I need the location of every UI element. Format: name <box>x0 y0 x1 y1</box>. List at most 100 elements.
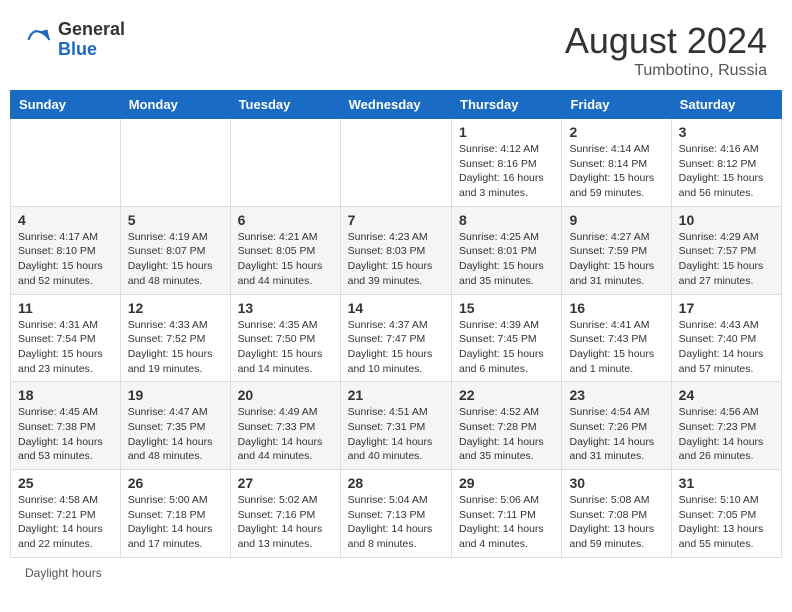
day-info: Sunrise: 4:54 AM Sunset: 7:26 PM Dayligh… <box>569 405 663 464</box>
day-cell: 11 Sunrise: 4:31 AM Sunset: 7:54 PM Dayli… <box>11 294 121 382</box>
day-cell <box>11 119 121 207</box>
week-row-4: 18Sunrise: 4:45 AM Sunset: 7:38 PM Dayli… <box>11 382 782 470</box>
day-cell: 16 Sunrise: 4:41 AM Sunset: 7:43 PM Dayli… <box>562 294 671 382</box>
day-info: Sunrise: 4:58 AM Sunset: 7:21 PM Dayligh… <box>18 493 113 552</box>
day-number: 6 <box>238 212 333 228</box>
day-info: Sunrise: 4:33 AM Sunset: 7:52 PM Dayligh… <box>128 318 223 377</box>
week-row-1: 1Sunrise: 4:12 AM Sunset: 8:16 PM Daylig… <box>11 119 782 207</box>
day-number: 30 <box>569 475 663 491</box>
day-cell: 6 Sunrise: 4:21 AM Sunset: 8:05 PM Daylig… <box>230 206 340 294</box>
day-cell: 17 Sunrise: 4:43 AM Sunset: 7:40 PM Dayli… <box>671 294 781 382</box>
col-header-saturday: Saturday <box>671 91 781 119</box>
day-cell: 8 Sunrise: 4:25 AM Sunset: 8:01 PM Daylig… <box>452 206 562 294</box>
week-row-3: 11 Sunrise: 4:31 AM Sunset: 7:54 PM Dayli… <box>11 294 782 382</box>
daylight-hours-label: Daylight hours <box>25 566 102 580</box>
day-number: 2 <box>569 124 663 140</box>
footer-note: Daylight hours <box>10 558 782 588</box>
day-info: Sunrise: 4:31 AM Sunset: 7:54 PM Dayligh… <box>18 318 113 377</box>
day-number: 4 <box>18 212 113 228</box>
day-number: 7 <box>348 212 444 228</box>
col-header-wednesday: Wednesday <box>340 91 451 119</box>
day-info: Sunrise: 4:14 AM Sunset: 8:14 PM Dayligh… <box>569 142 663 201</box>
day-cell: 21 Sunrise: 4:51 AM Sunset: 7:31 PM Dayli… <box>340 382 451 470</box>
day-number: 27 <box>238 475 333 491</box>
day-cell: 9 Sunrise: 4:27 AM Sunset: 7:59 PM Daylig… <box>562 206 671 294</box>
day-info: Sunrise: 4:35 AM Sunset: 7:50 PM Dayligh… <box>238 318 333 377</box>
day-number: 31 <box>679 475 774 491</box>
day-number: 25 <box>18 475 113 491</box>
week-row-5: 25 Sunrise: 4:58 AM Sunset: 7:21 PM Dayli… <box>11 470 782 558</box>
day-info: Sunrise: 4:29 AM Sunset: 7:57 PM Dayligh… <box>679 230 774 289</box>
day-number: 26 <box>128 475 223 491</box>
day-number: 18 <box>18 387 113 403</box>
day-info: Sunrise: 4:25 AM Sunset: 8:01 PM Dayligh… <box>459 230 554 289</box>
day-cell: 26 Sunrise: 5:00 AM Sunset: 7:18 PM Dayli… <box>120 470 230 558</box>
day-cell: 22 Sunrise: 4:52 AM Sunset: 7:28 PM Dayli… <box>452 382 562 470</box>
day-number: 15 <box>459 300 554 316</box>
day-cell: 28Sunrise: 5:04 AM Sunset: 7:13 PM Dayli… <box>340 470 451 558</box>
day-info: Sunrise: 5:08 AM Sunset: 7:08 PM Dayligh… <box>569 493 663 552</box>
title-block: August 2024 Tumbotino, Russia <box>565 20 767 80</box>
day-number: 29 <box>459 475 554 491</box>
day-info: Sunrise: 4:52 AM Sunset: 7:28 PM Dayligh… <box>459 405 554 464</box>
day-info: Sunrise: 5:02 AM Sunset: 7:16 PM Dayligh… <box>238 493 333 552</box>
month-title: August 2024 <box>565 20 767 62</box>
day-number: 20 <box>238 387 333 403</box>
day-number: 22 <box>459 387 554 403</box>
day-info: Sunrise: 4:16 AM Sunset: 8:12 PM Dayligh… <box>679 142 774 201</box>
page-header: General Blue August 2024 Tumbotino, Russ… <box>10 10 782 85</box>
day-info: Sunrise: 4:49 AM Sunset: 7:33 PM Dayligh… <box>238 405 333 464</box>
day-number: 19 <box>128 387 223 403</box>
day-info: Sunrise: 4:51 AM Sunset: 7:31 PM Dayligh… <box>348 405 444 464</box>
day-cell <box>120 119 230 207</box>
col-header-monday: Monday <box>120 91 230 119</box>
day-number: 14 <box>348 300 444 316</box>
day-info: Sunrise: 4:12 AM Sunset: 8:16 PM Dayligh… <box>459 142 554 201</box>
day-cell: 19Sunrise: 4:47 AM Sunset: 7:35 PM Dayli… <box>120 382 230 470</box>
day-number: 3 <box>679 124 774 140</box>
day-info: Sunrise: 5:10 AM Sunset: 7:05 PM Dayligh… <box>679 493 774 552</box>
day-cell: 13Sunrise: 4:35 AM Sunset: 7:50 PM Dayli… <box>230 294 340 382</box>
day-cell: 12Sunrise: 4:33 AM Sunset: 7:52 PM Dayli… <box>120 294 230 382</box>
day-number: 23 <box>569 387 663 403</box>
day-cell: 5Sunrise: 4:19 AM Sunset: 8:07 PM Daylig… <box>120 206 230 294</box>
day-cell: 31 Sunrise: 5:10 AM Sunset: 7:05 PM Dayli… <box>671 470 781 558</box>
day-info: Sunrise: 5:06 AM Sunset: 7:11 PM Dayligh… <box>459 493 554 552</box>
day-cell: 4 Sunrise: 4:17 AM Sunset: 8:10 PM Daylig… <box>11 206 121 294</box>
day-info: Sunrise: 5:00 AM Sunset: 7:18 PM Dayligh… <box>128 493 223 552</box>
col-header-friday: Friday <box>562 91 671 119</box>
day-info: Sunrise: 4:17 AM Sunset: 8:10 PM Dayligh… <box>18 230 113 289</box>
logo: General Blue <box>25 20 125 60</box>
day-cell: 2 Sunrise: 4:14 AM Sunset: 8:14 PM Daylig… <box>562 119 671 207</box>
day-number: 9 <box>569 212 663 228</box>
day-number: 24 <box>679 387 774 403</box>
day-cell <box>230 119 340 207</box>
day-info: Sunrise: 4:21 AM Sunset: 8:05 PM Dayligh… <box>238 230 333 289</box>
day-cell: 14 Sunrise: 4:37 AM Sunset: 7:47 PM Dayli… <box>340 294 451 382</box>
day-info: Sunrise: 4:37 AM Sunset: 7:47 PM Dayligh… <box>348 318 444 377</box>
day-info: Sunrise: 5:04 AM Sunset: 7:13 PM Dayligh… <box>348 493 444 552</box>
day-info: Sunrise: 4:39 AM Sunset: 7:45 PM Dayligh… <box>459 318 554 377</box>
day-info: Sunrise: 4:43 AM Sunset: 7:40 PM Dayligh… <box>679 318 774 377</box>
day-cell: 23 Sunrise: 4:54 AM Sunset: 7:26 PM Dayli… <box>562 382 671 470</box>
day-cell: 20 Sunrise: 4:49 AM Sunset: 7:33 PM Dayli… <box>230 382 340 470</box>
calendar-table: SundayMondayTuesdayWednesdayThursdayFrid… <box>10 90 782 558</box>
location: Tumbotino, Russia <box>565 62 767 80</box>
day-info: Sunrise: 4:41 AM Sunset: 7:43 PM Dayligh… <box>569 318 663 377</box>
day-cell: 7Sunrise: 4:23 AM Sunset: 8:03 PM Daylig… <box>340 206 451 294</box>
day-info: Sunrise: 4:56 AM Sunset: 7:23 PM Dayligh… <box>679 405 774 464</box>
logo-icon <box>25 26 53 54</box>
day-cell: 3 Sunrise: 4:16 AM Sunset: 8:12 PM Daylig… <box>671 119 781 207</box>
day-info: Sunrise: 4:27 AM Sunset: 7:59 PM Dayligh… <box>569 230 663 289</box>
day-cell: 27 Sunrise: 5:02 AM Sunset: 7:16 PM Dayli… <box>230 470 340 558</box>
day-cell: 29 Sunrise: 5:06 AM Sunset: 7:11 PM Dayli… <box>452 470 562 558</box>
logo-general-text: General <box>58 20 125 40</box>
day-number: 17 <box>679 300 774 316</box>
day-number: 21 <box>348 387 444 403</box>
logo-text: General Blue <box>58 20 125 60</box>
day-number: 16 <box>569 300 663 316</box>
day-cell: 1Sunrise: 4:12 AM Sunset: 8:16 PM Daylig… <box>452 119 562 207</box>
day-cell: 10Sunrise: 4:29 AM Sunset: 7:57 PM Dayli… <box>671 206 781 294</box>
day-number: 8 <box>459 212 554 228</box>
day-number: 11 <box>18 300 113 316</box>
